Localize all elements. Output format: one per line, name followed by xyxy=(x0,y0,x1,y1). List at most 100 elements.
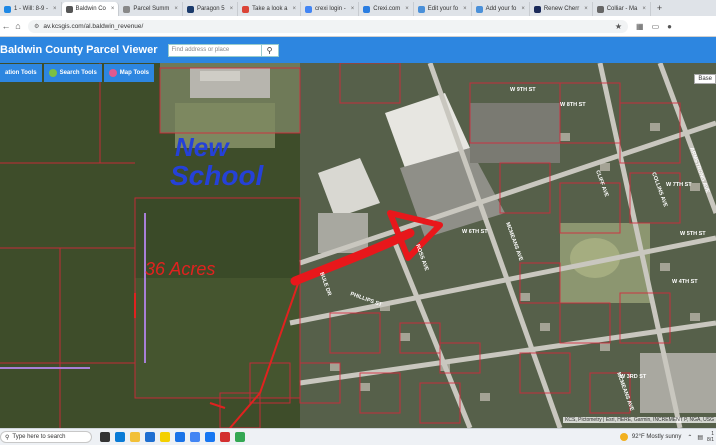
weather-widget[interactable]: 92°F Mostly sunny xyxy=(619,433,682,441)
tab-label: Take a look a xyxy=(252,6,288,12)
tab-favicon-icon xyxy=(186,5,194,13)
search-tools-icon xyxy=(48,69,57,77)
mail-icon[interactable] xyxy=(145,432,155,442)
browser-tab[interactable]: Edit your fo × xyxy=(414,2,472,16)
map-view[interactable]: New School 36 Acres W 9TH ST W 8TH ST W … xyxy=(0,63,716,428)
url-field[interactable]: ⚙ av.kcsgis.com/al.baldwin_revenue/ ★ xyxy=(28,19,628,33)
close-tab-icon[interactable]: × xyxy=(53,6,57,12)
tab-favicon-icon xyxy=(123,5,131,13)
search-button[interactable]: ⚲ xyxy=(261,43,279,57)
tab-label: Baldwin Co xyxy=(75,6,106,12)
layer-tools-button[interactable]: ation Tools xyxy=(0,64,42,82)
site-info-icon[interactable]: ⚙ xyxy=(34,23,39,30)
chrome-profile-icon[interactable] xyxy=(235,432,245,442)
app-header: Baldwin County Parcel Viewer Find addres… xyxy=(0,37,716,63)
aerial-map[interactable]: New School 36 Acres W 9TH ST W 8TH ST W … xyxy=(0,63,716,428)
taskbar-search[interactable]: ⚲ Type here to search xyxy=(0,431,92,443)
teams-icon[interactable] xyxy=(175,432,185,442)
search-tools-label: Search Tools xyxy=(59,70,97,76)
edge-icon[interactable] xyxy=(115,432,125,442)
weather-text: 92°F Mostly sunny xyxy=(631,434,682,440)
browser-tab[interactable]: Renew Cherr × xyxy=(530,2,593,16)
cast-icon[interactable]: ▭ xyxy=(652,22,660,31)
close-tab-icon[interactable]: × xyxy=(351,6,355,12)
task-view-icon[interactable] xyxy=(100,432,110,442)
search-icon: ⚲ xyxy=(5,434,10,441)
tab-favicon-icon xyxy=(475,5,483,13)
annotation-school: School xyxy=(170,160,265,191)
address-bar-row: ← ⌂ ⚙ av.kcsgis.com/al.baldwin_revenue/ … xyxy=(0,16,716,37)
taskbar-search-label: Type here to search xyxy=(12,434,66,440)
close-tab-icon[interactable]: × xyxy=(230,6,234,12)
url-text: av.kcsgis.com/al.baldwin_revenue/ xyxy=(43,22,144,30)
street-label: W 6TH ST xyxy=(462,229,488,235)
map-tools-label: Map Tools xyxy=(119,70,150,76)
browser-tab[interactable]: Take a look a × xyxy=(238,2,302,16)
tab-label: Add your fo xyxy=(485,6,517,12)
chevron-up-icon[interactable]: ⌃ xyxy=(687,434,692,441)
tab-favicon-icon xyxy=(596,5,604,13)
browser-tab[interactable]: Baldwin Co × xyxy=(61,2,120,16)
taskbar: ⚲ Type here to search 92°F Mostly sunny … xyxy=(0,428,716,445)
chrome-icon[interactable] xyxy=(190,432,200,442)
browser-tab[interactable]: Parcel Summ × xyxy=(119,2,183,16)
browser-tab[interactable]: Crexi.com × xyxy=(359,2,414,16)
street-label: W 7TH ST xyxy=(666,182,692,188)
street-label: W 8TH ST xyxy=(560,102,586,108)
close-tab-icon[interactable]: × xyxy=(405,6,409,12)
close-tab-icon[interactable]: × xyxy=(463,6,467,12)
tab-label: Renew Cherr xyxy=(543,6,580,12)
app-icon[interactable] xyxy=(220,432,230,442)
street-label: W 9TH ST xyxy=(510,87,536,93)
tab-favicon-icon xyxy=(4,5,11,13)
street-label: W 4TH ST xyxy=(672,279,698,285)
clock-date: 8/1 xyxy=(707,437,714,443)
norton-icon[interactable] xyxy=(160,432,170,442)
tab-favicon-icon xyxy=(305,5,313,13)
close-tab-icon[interactable]: × xyxy=(174,6,178,12)
map-tools-icon xyxy=(108,69,117,77)
close-tab-icon[interactable]: × xyxy=(521,6,525,12)
clock[interactable]: 1 8/1 xyxy=(707,431,714,443)
profile-icon[interactable]: ● xyxy=(667,22,672,31)
annotation-new: New xyxy=(175,132,230,162)
sun-icon xyxy=(619,433,628,441)
bookmark-star-icon[interactable]: ★ xyxy=(615,22,622,31)
close-tab-icon[interactable]: × xyxy=(584,6,588,12)
annotation-acres: 36 Acres xyxy=(145,259,215,279)
close-tab-icon[interactable]: × xyxy=(293,6,297,12)
tab-favicon-icon xyxy=(363,5,371,13)
map-tools-button[interactable]: Map Tools xyxy=(103,64,155,82)
close-tab-icon[interactable]: × xyxy=(642,6,646,12)
tab-label: Crexi.com xyxy=(373,6,401,12)
address-search-input[interactable]: Find address or place xyxy=(167,43,262,57)
system-tray: ⌃ ▤ xyxy=(687,434,703,441)
map-attribution: KCS, Pictometry | Esri, HERE, Garmin, IN… xyxy=(563,417,716,423)
tab-favicon-icon xyxy=(242,5,250,13)
facebook-icon[interactable] xyxy=(205,432,215,442)
back-icon[interactable]: ← xyxy=(0,21,12,31)
map-toolbar: ation Tools Search Tools Map Tools xyxy=(0,64,155,82)
tab-favicon-icon xyxy=(533,5,541,13)
new-tab-button[interactable]: + xyxy=(651,3,668,13)
tab-label: Paragon 5 xyxy=(196,6,225,12)
tab-favicon-icon xyxy=(65,5,73,13)
basemap-button[interactable]: Base xyxy=(694,74,716,84)
app-title: Baldwin County Parcel Viewer xyxy=(0,44,158,56)
browser-tab[interactable]: 1 - Will: 8-9 - × xyxy=(0,2,62,16)
street-label: W 5TH ST xyxy=(680,231,706,237)
file-explorer-icon[interactable] xyxy=(130,432,140,442)
network-icon[interactable]: ▤ xyxy=(697,434,703,441)
extensions-icon[interactable]: ▦ xyxy=(636,22,644,31)
search-tools-button[interactable]: Search Tools xyxy=(43,64,102,82)
tab-favicon-icon xyxy=(417,5,425,13)
browser-tab[interactable]: Add your fo × xyxy=(472,2,530,16)
home-icon[interactable]: ⌂ xyxy=(12,21,24,31)
close-tab-icon[interactable]: × xyxy=(111,6,115,12)
tab-label: Parcel Summ xyxy=(133,6,170,12)
browser-tab[interactable]: Paragon 5 × xyxy=(183,2,239,16)
browser-tab[interactable]: Colliar - Ma × xyxy=(593,2,651,16)
browser-tab[interactable]: crexi login - × xyxy=(301,2,360,16)
layer-tools-label: ation Tools xyxy=(5,70,37,76)
taskbar-apps xyxy=(100,432,245,442)
